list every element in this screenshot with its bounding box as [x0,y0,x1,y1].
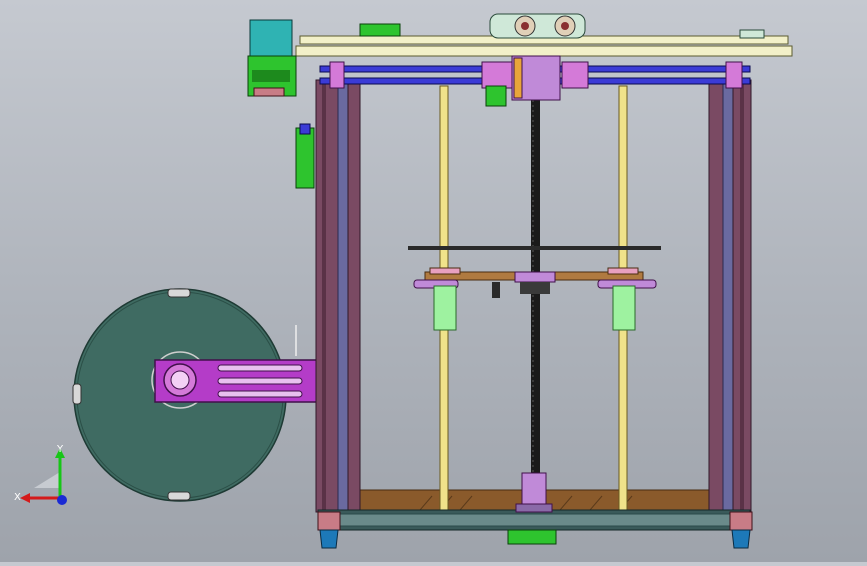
coordinate-triad-icon: Y X [14,444,67,505]
right-frame-column[interactable] [708,79,752,513]
y-axis-label: Y [56,444,64,455]
left-frame-column[interactable] [315,79,361,513]
x-axis-label: X [14,492,21,503]
bottom-frame-rail[interactable] [317,472,753,549]
x-axis-carriage[interactable] [319,55,751,107]
cad-viewport[interactable]: Y X [0,0,867,562]
stepper-motor-icon[interactable] [247,19,297,97]
assembly-drawing[interactable] [0,0,867,562]
top-gantry[interactable] [295,13,793,57]
endstop-sensor[interactable] [295,123,315,189]
